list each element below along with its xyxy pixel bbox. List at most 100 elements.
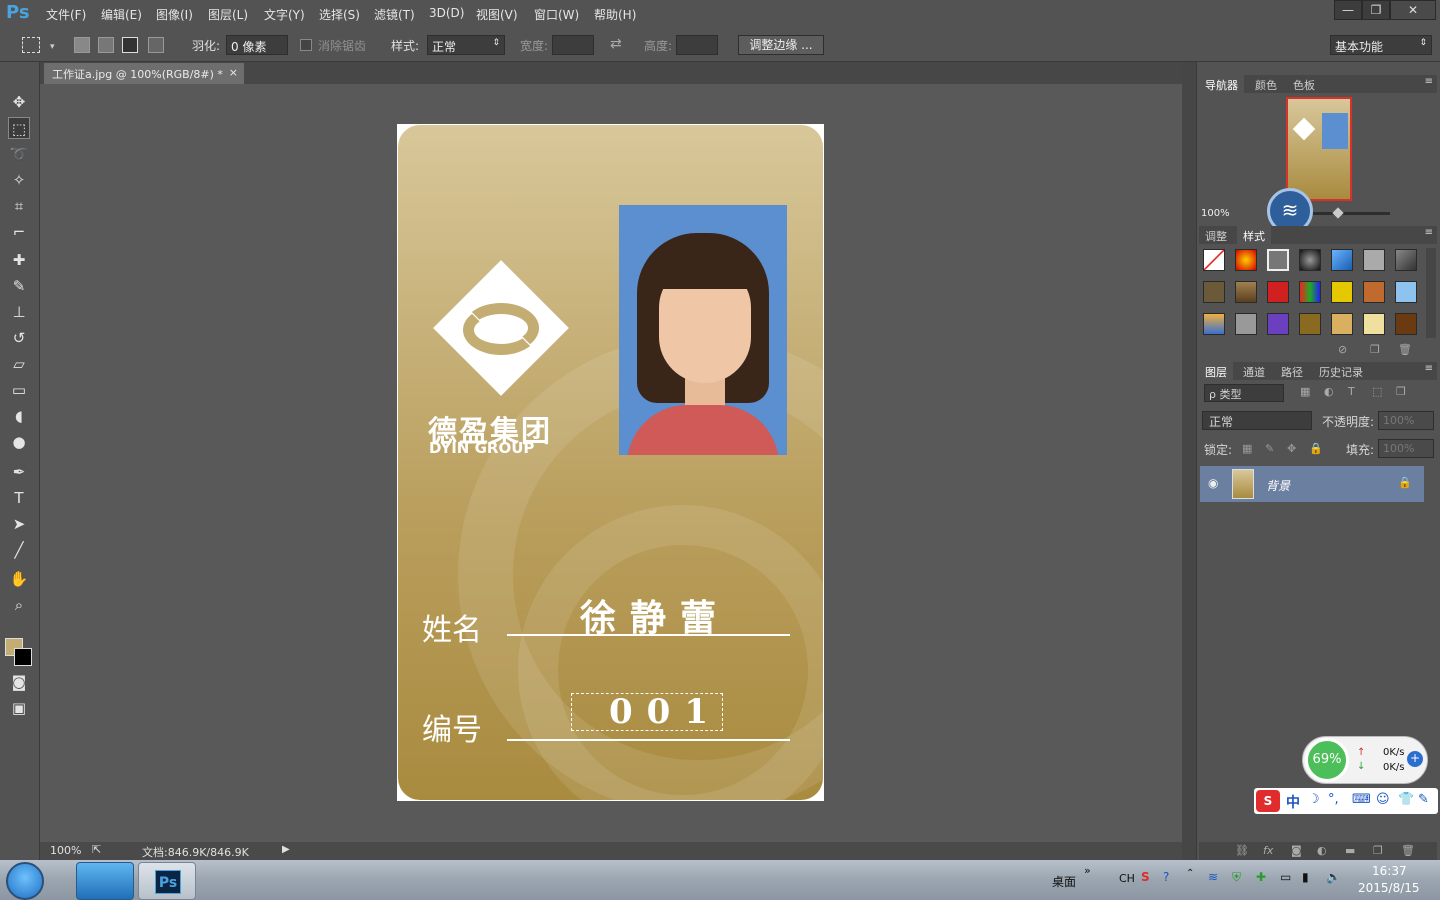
blend-mode-select[interactable]: 正常 — [1202, 411, 1312, 430]
add-selection-icon[interactable] — [98, 37, 114, 53]
share-icon[interactable]: ⇱ — [92, 843, 101, 856]
start-button[interactable] — [6, 862, 44, 900]
navigator-zoom[interactable]: 100% — [1201, 208, 1230, 219]
menu-view[interactable]: 视图(V) — [476, 6, 518, 23]
eye-visibility-icon[interactable]: ◉ — [1208, 476, 1218, 490]
user-icon[interactable]: ☺ — [1376, 792, 1390, 807]
tab-swatches[interactable]: 色板 — [1287, 75, 1321, 93]
style-swatch-selected[interactable] — [1267, 249, 1289, 271]
clock-time[interactable]: 16:37 — [1372, 864, 1407, 878]
desktop-toolbar-label[interactable]: 桌面 — [1052, 873, 1076, 890]
close-tab-icon[interactable]: × — [229, 66, 238, 79]
shield-tray-icon[interactable]: ⛨ — [1232, 870, 1241, 885]
hand-tool-icon[interactable]: ✋ — [8, 568, 30, 590]
style-swatch[interactable] — [1299, 313, 1321, 335]
clear-style-icon[interactable]: ⊘ — [1338, 343, 1347, 356]
new-selection-icon[interactable] — [74, 37, 90, 53]
eyedropper-tool-icon[interactable]: ⌐ — [8, 221, 30, 243]
lock-transparent-icon[interactable]: ▦ — [1242, 442, 1252, 455]
style-swatch[interactable] — [1363, 313, 1385, 335]
menu-select[interactable]: 选择(S) — [319, 6, 360, 23]
filter-smart-icon[interactable]: ❒ — [1396, 385, 1406, 398]
style-swatch[interactable] — [1395, 249, 1417, 271]
add-mask-icon[interactable]: ◙ — [1291, 844, 1302, 857]
marquee-tool-icon[interactable]: ⬚ — [8, 117, 30, 139]
tab-layers[interactable]: 图层 — [1199, 362, 1233, 380]
tab-channels[interactable]: 通道 — [1237, 362, 1271, 380]
filter-type-icon[interactable]: T — [1348, 385, 1355, 398]
tray-overflow-icon[interactable]: ⌃ — [1186, 868, 1194, 879]
layer-row-background[interactable]: ◉ 背景 🔒 — [1200, 466, 1424, 502]
style-select[interactable]: 正常 ⇕ — [427, 35, 505, 55]
path-selection-tool-icon[interactable]: ➤ — [8, 513, 30, 535]
background-color-swatch[interactable] — [14, 648, 32, 666]
line-tool-icon[interactable]: ╱ — [8, 539, 30, 561]
moon-icon[interactable]: ☽ — [1308, 792, 1320, 807]
volume-icon[interactable]: 🔈 — [1326, 870, 1341, 884]
zoom-level[interactable]: 100% — [50, 844, 81, 857]
skin-icon[interactable]: 👕 — [1398, 792, 1414, 807]
tab-history[interactable]: 历史记录 — [1313, 362, 1369, 380]
selection-marquee[interactable] — [571, 693, 723, 731]
navigator-thumbnail[interactable] — [1286, 97, 1352, 201]
style-none-swatch[interactable] — [1203, 249, 1225, 271]
intersect-selection-icon[interactable] — [148, 37, 164, 53]
menu-file[interactable]: 文件(F) — [46, 6, 86, 23]
lock-pixels-icon[interactable]: ✎ — [1265, 442, 1274, 455]
menu-3d[interactable]: 3D(D) — [429, 6, 464, 20]
zoom-tool-icon[interactable]: ⌕ — [8, 594, 30, 616]
punctuation-icon[interactable]: °, — [1328, 792, 1339, 807]
tab-paths[interactable]: 路径 — [1275, 362, 1309, 380]
style-swatch[interactable] — [1235, 249, 1257, 271]
security-tray-icon[interactable]: ✚ — [1256, 870, 1266, 884]
screen-mode-icon[interactable]: ▣ — [8, 697, 30, 719]
vertical-scrollbar[interactable] — [1182, 62, 1196, 860]
add-icon[interactable]: + — [1407, 751, 1423, 767]
layer-kind-filter[interactable]: ρ 类型 — [1204, 384, 1284, 402]
menu-window[interactable]: 窗口(W) — [534, 6, 579, 23]
width-input[interactable] — [552, 35, 594, 55]
new-group-icon[interactable]: ▬ — [1345, 844, 1355, 857]
tab-adjustments[interactable]: 调整 — [1199, 226, 1233, 244]
brush-tool-icon[interactable]: ✎ — [8, 275, 30, 297]
close-button[interactable]: ✕ — [1390, 0, 1436, 20]
document-tab[interactable]: 工作证a.jpg @ 100%(RGB/8#) * × — [44, 63, 244, 84]
workspace-select[interactable]: 基本功能 ⇕ — [1330, 35, 1432, 55]
lock-position-icon[interactable]: ✥ — [1287, 442, 1296, 455]
language-indicator[interactable]: CH — [1119, 872, 1135, 885]
type-tool-icon[interactable]: T — [8, 487, 30, 509]
sogou-logo-icon[interactable]: S — [1256, 790, 1280, 812]
chevron-down-icon[interactable]: ▾ — [50, 42, 55, 52]
style-swatch[interactable] — [1299, 249, 1321, 271]
menu-layer[interactable]: 图层(L) — [208, 6, 248, 23]
browser-taskbar-icon[interactable] — [76, 862, 134, 900]
height-input[interactable] — [676, 35, 718, 55]
gradient-tool-icon[interactable]: ▭ — [8, 379, 30, 401]
style-swatch[interactable] — [1395, 281, 1417, 303]
tab-styles[interactable]: 样式 — [1237, 226, 1271, 244]
style-swatch[interactable] — [1299, 281, 1321, 303]
feather-input[interactable]: 0 像素 — [226, 35, 288, 55]
id-card[interactable]: 德盈集团 DYIN GROUP 姓名 徐静蕾 编号 001 — [398, 125, 823, 800]
ime-toolbar[interactable]: S 中 ☽ °, ⌨ ☺ 👕 ✎ — [1254, 788, 1438, 814]
style-swatch[interactable] — [1363, 249, 1385, 271]
style-swatch[interactable] — [1267, 313, 1289, 335]
move-tool-icon[interactable]: ✥ — [8, 91, 30, 113]
clock-date[interactable]: 2015/8/15 — [1358, 881, 1420, 895]
filter-shape-icon[interactable]: ⬚ — [1372, 385, 1382, 398]
lasso-tool-icon[interactable]: ➰ — [8, 143, 30, 165]
device-tray-icon[interactable]: ▭ — [1280, 870, 1291, 884]
style-swatch[interactable] — [1363, 281, 1385, 303]
photoshop-taskbar-button[interactable]: Ps — [138, 862, 196, 900]
new-style-icon[interactable]: ❐ — [1370, 343, 1380, 356]
rect-marquee-preset-icon[interactable] — [22, 37, 40, 53]
filter-pixel-icon[interactable]: ▦ — [1300, 385, 1310, 398]
magic-wand-tool-icon[interactable]: ✧ — [8, 169, 30, 191]
style-swatch[interactable] — [1235, 281, 1257, 303]
style-swatch[interactable] — [1331, 281, 1353, 303]
network-speed-widget[interactable]: 69% 0K/s 0K/s ↑ ↓ + — [1302, 736, 1428, 784]
style-swatch[interactable] — [1203, 313, 1225, 335]
menu-edit[interactable]: 编辑(E) — [101, 6, 142, 23]
blur-tool-icon[interactable]: ◖ — [8, 405, 30, 427]
style-swatch[interactable] — [1331, 313, 1353, 335]
